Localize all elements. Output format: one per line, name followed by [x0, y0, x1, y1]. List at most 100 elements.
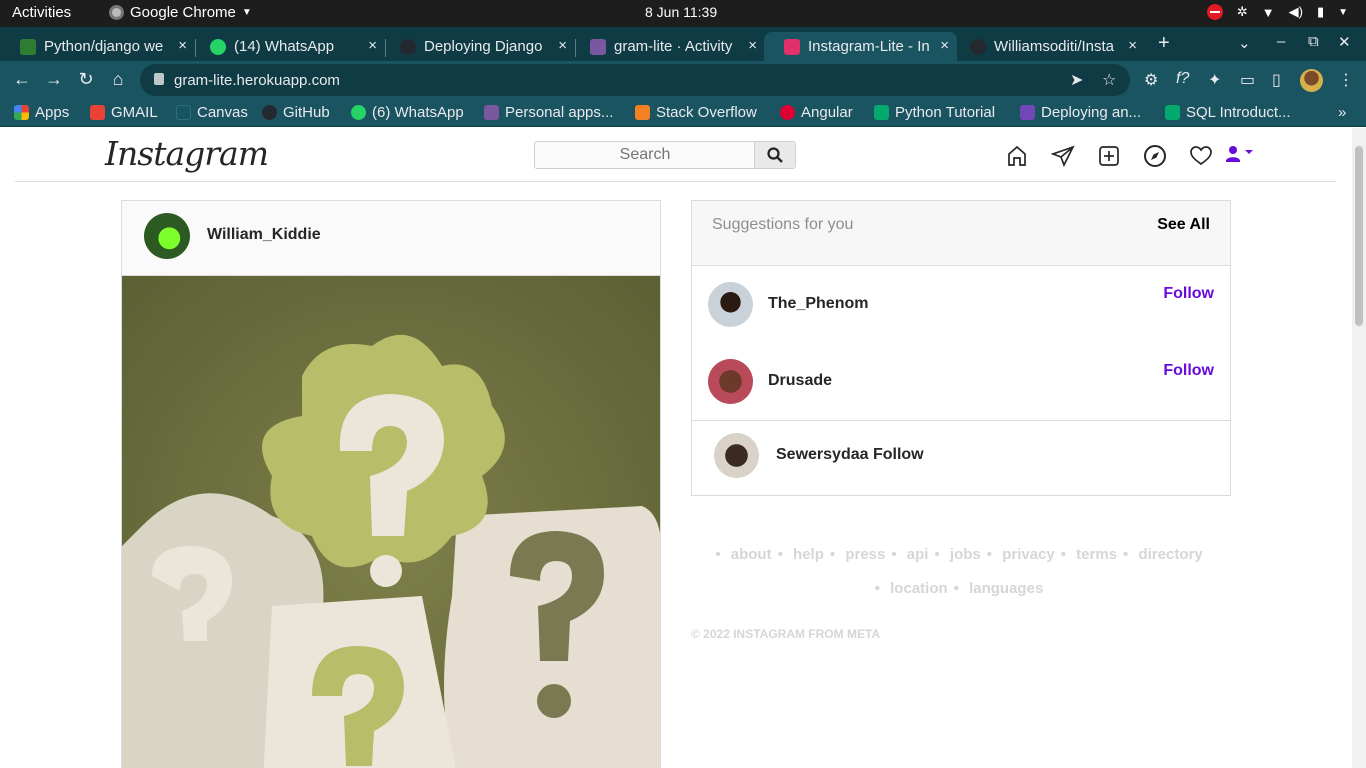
- bookmark-github[interactable]: GitHub: [262, 104, 330, 121]
- suggestion-item: Drusade Follow: [692, 343, 1230, 420]
- tab-deploying-django[interactable]: Deploying Django ×: [380, 32, 575, 61]
- send-tab-icon[interactable]: ➤: [1070, 70, 1083, 90]
- minimize-icon[interactable]: ‒: [1277, 33, 1285, 50]
- footer-link-languages[interactable]: languages: [969, 580, 1043, 597]
- bookmark-personal-apps[interactable]: Personal apps...: [484, 104, 613, 121]
- footer-link-privacy[interactable]: privacy: [1002, 546, 1055, 563]
- bookmark-sql-introduction[interactable]: SQL Introduct...: [1165, 104, 1291, 121]
- tab-williamsoditi-github[interactable]: Williamsoditi/Insta ×: [950, 32, 1145, 61]
- bookmark-python-tutorial[interactable]: Python Tutorial: [874, 104, 995, 121]
- search-button[interactable]: [754, 142, 795, 168]
- bookmark-canvas[interactable]: Canvas: [176, 104, 248, 121]
- profile-avatar[interactable]: [1300, 69, 1323, 92]
- bullet: •: [1123, 546, 1129, 563]
- see-all-link[interactable]: See All: [1157, 216, 1210, 234]
- bookmarks-overflow-icon[interactable]: »: [1338, 104, 1346, 121]
- close-icon[interactable]: ×: [558, 37, 567, 54]
- footer-link-location[interactable]: location: [890, 580, 948, 597]
- home-icon[interactable]: ⌂: [107, 69, 129, 90]
- post-image[interactable]: [122, 276, 660, 768]
- footer-link-jobs[interactable]: jobs: [950, 546, 981, 563]
- app-menu[interactable]: Google Chrome ▼: [109, 4, 252, 21]
- bookmark-apps[interactable]: Apps: [14, 104, 69, 121]
- footer-link-press[interactable]: press: [845, 546, 885, 563]
- footer-link-directory[interactable]: directory: [1138, 546, 1202, 563]
- instagram-logo[interactable]: Instagram: [105, 134, 269, 173]
- page-scrollbar[interactable]: [1352, 128, 1366, 768]
- tab-instagram-lite[interactable]: Instagram-Lite - In ×: [764, 32, 957, 61]
- bookmark-whatsapp[interactable]: (6) WhatsApp: [351, 104, 464, 121]
- post-username[interactable]: William_Kiddie: [207, 226, 321, 244]
- profile-menu-icon[interactable]: [1225, 144, 1257, 168]
- follow-button[interactable]: Follow: [1163, 362, 1214, 380]
- explore-compass-icon[interactable]: [1143, 144, 1167, 168]
- bookmark-gmail[interactable]: GMAIL: [90, 104, 158, 121]
- menu-kebab-icon[interactable]: ⋮: [1338, 70, 1354, 90]
- do-not-disturb-icon: [1206, 4, 1223, 20]
- back-icon[interactable]: ←: [11, 69, 33, 90]
- tab-search-chevron-icon[interactable]: ⌄: [1238, 34, 1251, 52]
- avatar[interactable]: [708, 282, 753, 327]
- tab-gram-lite-activity[interactable]: gram-lite · Activity ×: [570, 32, 765, 61]
- side-panel-icon[interactable]: ▯: [1272, 70, 1281, 90]
- suggestion-username[interactable]: Sewersydaa Follow: [776, 446, 924, 464]
- github-icon: [970, 38, 986, 55]
- footer-link-help[interactable]: help: [793, 546, 824, 563]
- direct-message-icon[interactable]: [1051, 144, 1075, 168]
- footer-link-terms[interactable]: terms: [1076, 546, 1117, 563]
- reload-icon[interactable]: ↻: [75, 69, 97, 90]
- tab-python-django[interactable]: Python/django we ×: [0, 32, 195, 61]
- bullet: •: [953, 580, 959, 597]
- bookmark-label: (6) WhatsApp: [372, 104, 464, 121]
- suggestion-username[interactable]: The_Phenom: [768, 295, 868, 313]
- close-window-icon[interactable]: ✕: [1338, 33, 1351, 51]
- footer-link-api[interactable]: api: [907, 546, 929, 563]
- bookmark-deploying-an[interactable]: Deploying an...: [1020, 104, 1141, 121]
- suggestion-username[interactable]: Drusade: [768, 372, 832, 390]
- chrome-icon: [109, 5, 124, 20]
- bullet: •: [1060, 546, 1066, 563]
- new-tab-button[interactable]: +: [1158, 32, 1170, 55]
- activity-heart-icon[interactable]: [1189, 144, 1213, 168]
- close-icon[interactable]: ×: [940, 37, 949, 54]
- whatsapp-icon: [351, 105, 366, 120]
- cast-icon[interactable]: ▭: [1240, 70, 1255, 90]
- avatar[interactable]: [144, 213, 190, 259]
- close-icon[interactable]: ×: [1128, 37, 1137, 54]
- scrollbar-thumb[interactable]: [1355, 146, 1363, 326]
- extensions-puzzle-icon[interactable]: ✦: [1208, 70, 1221, 90]
- url-text[interactable]: gram-lite.herokuapp.com: [174, 72, 340, 89]
- forward-icon[interactable]: →: [43, 69, 65, 90]
- tab-whatsapp[interactable]: (14) WhatsApp ×: [190, 32, 385, 61]
- clock[interactable]: 8 Jun 11:39: [645, 4, 717, 20]
- angular-icon: [780, 105, 795, 120]
- formula-extension-icon[interactable]: f?: [1176, 70, 1189, 88]
- search-input[interactable]: [535, 142, 755, 168]
- gmail-icon: [90, 105, 105, 120]
- bookmark-label: GMAIL: [111, 104, 158, 121]
- suggestion-item: The_Phenom Follow: [692, 266, 1230, 343]
- bookmark-label: Deploying an...: [1041, 104, 1142, 121]
- follow-button[interactable]: Follow: [1163, 285, 1214, 303]
- close-icon[interactable]: ×: [748, 37, 757, 54]
- avatar[interactable]: [708, 359, 753, 404]
- bullet: •: [715, 546, 721, 563]
- bullet: •: [986, 546, 993, 563]
- avatar[interactable]: [714, 433, 759, 478]
- system-top-bar: Activities Google Chrome ▼ 8 Jun 11:39 ✲…: [0, 0, 1366, 27]
- activities-button[interactable]: Activities: [12, 4, 71, 21]
- home-icon[interactable]: [1005, 144, 1029, 168]
- bookmark-star-icon[interactable]: ☆: [1102, 70, 1116, 90]
- system-tray[interactable]: ✲ ▼ ◀) ▮ ▼: [1206, 4, 1348, 20]
- copyright: © 2022 INSTAGRAM FROM META: [691, 627, 881, 641]
- extension-gear-icon[interactable]: ⚙: [1144, 70, 1158, 90]
- close-icon[interactable]: ×: [368, 37, 377, 54]
- bookmark-stack-overflow[interactable]: Stack Overflow: [635, 104, 757, 121]
- bookmark-angular[interactable]: Angular: [780, 104, 853, 121]
- restore-icon[interactable]: ⧉: [1308, 33, 1319, 50]
- new-post-icon[interactable]: [1097, 144, 1121, 168]
- volume-icon: ◀): [1288, 4, 1303, 19]
- address-bar[interactable]: gram-lite.herokuapp.com ➤ ☆: [140, 64, 1130, 96]
- close-icon[interactable]: ×: [178, 37, 187, 54]
- footer-link-about[interactable]: about: [731, 546, 772, 563]
